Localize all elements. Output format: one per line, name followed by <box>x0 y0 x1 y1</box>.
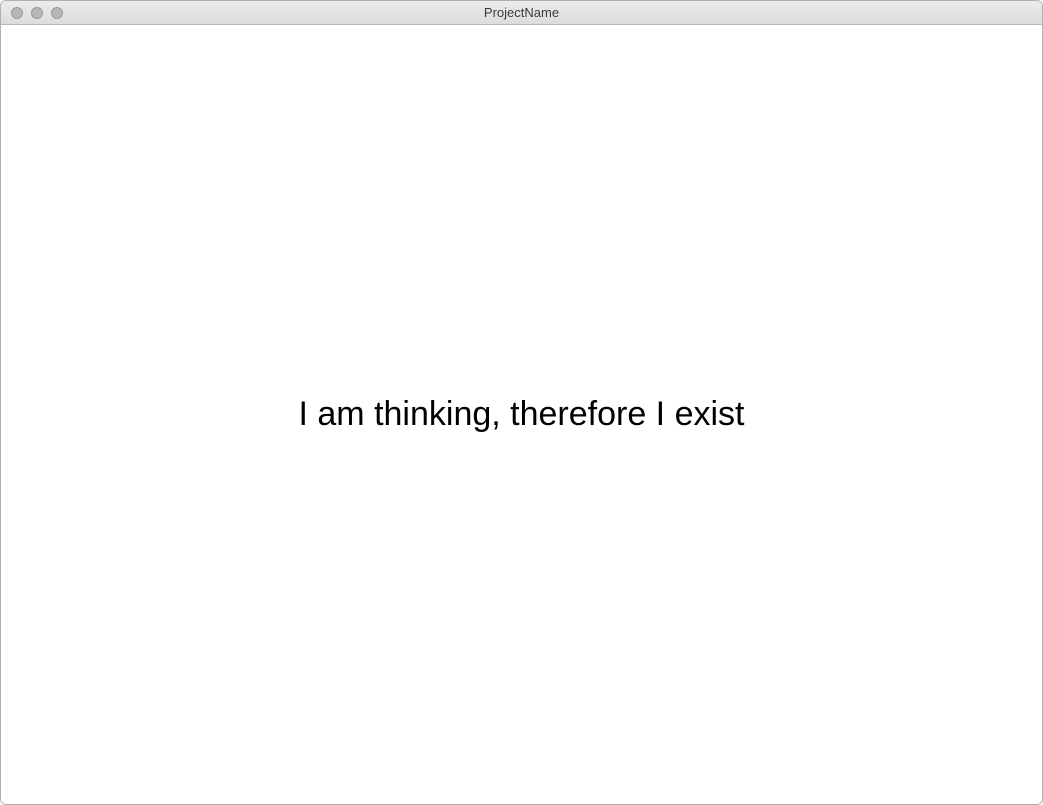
app-window: ProjectName I am thinking, therefore I e… <box>0 0 1043 805</box>
minimize-button[interactable] <box>31 7 43 19</box>
window-controls <box>1 7 63 19</box>
window-content: I am thinking, therefore I exist <box>1 25 1042 804</box>
close-button[interactable] <box>11 7 23 19</box>
zoom-button[interactable] <box>51 7 63 19</box>
message-text: I am thinking, therefore I exist <box>299 395 745 434</box>
window-titlebar[interactable]: ProjectName <box>1 1 1042 25</box>
window-title: ProjectName <box>1 5 1042 20</box>
